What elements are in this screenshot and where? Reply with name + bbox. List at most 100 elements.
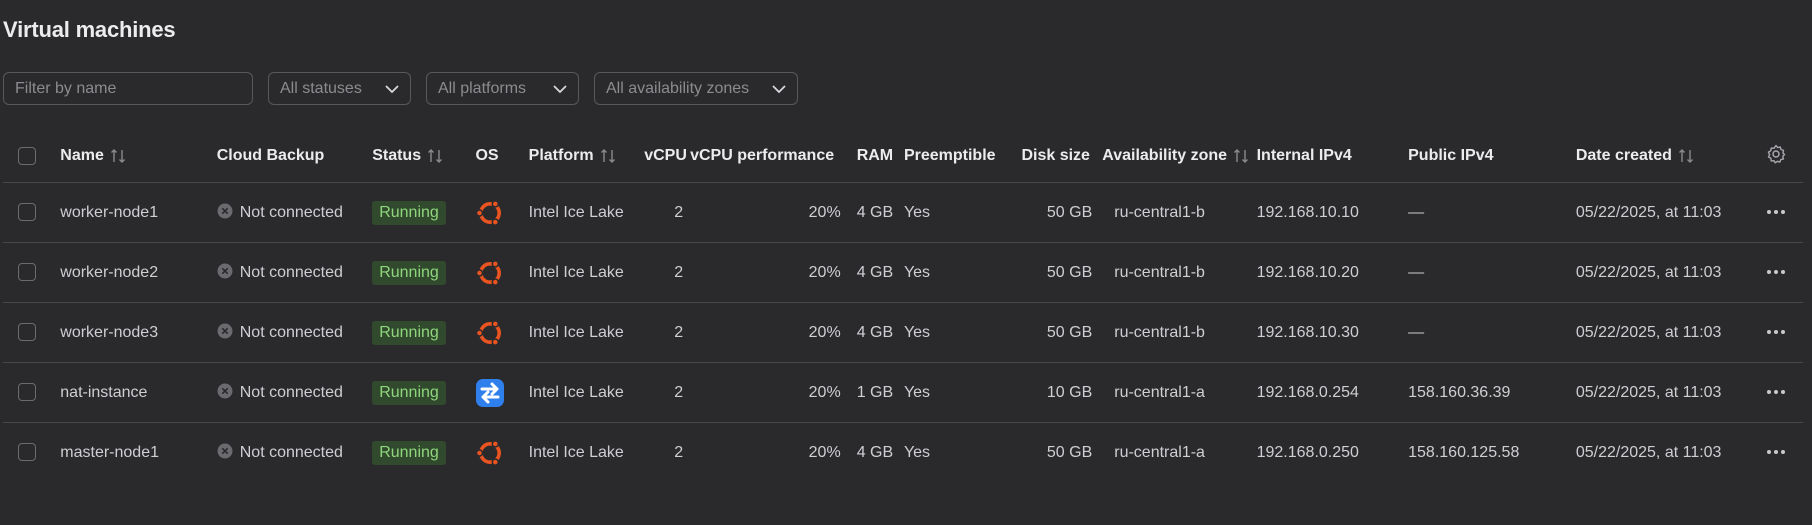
date-created-cell: 05/22/2025, at 11:03: [1575, 242, 1749, 303]
nat-icon: [476, 378, 505, 407]
column-header-disk-size: Disk size: [1021, 147, 1090, 164]
backup-status: Not connected: [216, 302, 373, 363]
not-connected-icon: [217, 383, 233, 399]
platform-cell: Intel Ice Lake: [528, 302, 645, 363]
row-checkbox[interactable]: [18, 323, 36, 342]
public-ip-cell: —: [1408, 242, 1576, 303]
vm-name[interactable]: nat-instance: [60, 362, 217, 423]
zone-filter-select[interactable]: All availability zones: [594, 72, 798, 105]
disk-size-cell: 50 GB: [1017, 302, 1099, 363]
internal-ip-cell: 192.168.0.254: [1249, 362, 1409, 423]
row-checkbox[interactable]: [18, 203, 36, 222]
ram-cell: 1 GB: [846, 362, 904, 423]
date-created-cell: 05/22/2025, at 11:03: [1575, 182, 1749, 243]
vm-name[interactable]: master-node1: [60, 422, 217, 482]
table-row[interactable]: nat-instance Not connected Running Intel…: [3, 362, 1803, 423]
table-header-row: Name Cloud Backup Status OS Platform vCP…: [3, 130, 1803, 183]
vm-name[interactable]: worker-node3: [60, 302, 217, 363]
backup-status: Not connected: [216, 422, 373, 482]
row-checkbox[interactable]: [18, 443, 36, 462]
column-header-name[interactable]: Name: [60, 130, 216, 183]
public-ip-cell: 158.160.36.39: [1408, 362, 1576, 423]
vm-name[interactable]: worker-node1: [60, 182, 217, 243]
date-created-cell: 05/22/2025, at 11:03: [1575, 302, 1749, 363]
name-filter-placeholder: Filter by name: [15, 80, 117, 97]
not-connected-icon: [217, 203, 233, 219]
more-options-icon[interactable]: [1766, 209, 1786, 215]
more-options-icon[interactable]: [1766, 389, 1786, 395]
platform-filter-value: All platforms: [438, 80, 527, 97]
ram-cell: 4 GB: [846, 422, 904, 482]
column-header-date-created[interactable]: Date created: [1576, 130, 1749, 183]
not-connected-icon: [217, 443, 233, 459]
date-created-cell: 05/22/2025, at 11:03: [1575, 362, 1749, 423]
vcpu-performance-cell: 20%: [684, 242, 847, 303]
column-header-zone[interactable]: Availability zone: [1098, 130, 1249, 183]
chevron-down-icon: [553, 85, 567, 94]
column-header-platform[interactable]: Platform: [529, 130, 645, 183]
column-header-os: OS: [475, 147, 499, 164]
vcpu-performance-cell: 20%: [684, 302, 847, 363]
vcpu-cell: 2: [644, 362, 685, 423]
more-options-icon[interactable]: [1766, 329, 1786, 335]
ubuntu-icon: [476, 319, 502, 346]
name-filter-input[interactable]: Filter by name: [3, 72, 253, 105]
not-connected-icon: [217, 323, 233, 339]
public-ip-cell: 158.160.125.58: [1408, 422, 1576, 482]
column-header-public-ip: Public IPv4: [1408, 147, 1494, 164]
platform-cell: Intel Ice Lake: [528, 422, 645, 482]
vcpu-cell: 2: [644, 422, 685, 482]
ram-cell: 4 GB: [846, 302, 904, 363]
ram-cell: 4 GB: [846, 182, 904, 243]
gear-icon[interactable]: [1766, 144, 1786, 164]
preemptible-cell: Yes: [903, 362, 1018, 423]
table-row[interactable]: worker-node1 Not connected Running Intel…: [3, 182, 1803, 243]
internal-ip-cell: 192.168.0.250: [1249, 422, 1409, 482]
table-row[interactable]: master-node1 Not connected Running Intel…: [3, 422, 1803, 482]
more-options-icon[interactable]: [1766, 449, 1786, 455]
zone-cell: ru-central1-a: [1098, 362, 1250, 423]
status-badge: Running: [372, 200, 446, 225]
ram-cell: 4 GB: [846, 242, 904, 303]
ubuntu-icon: [476, 439, 502, 466]
sort-icon[interactable]: [110, 148, 126, 164]
select-all-checkbox[interactable]: [18, 146, 36, 165]
public-ip-cell: —: [1408, 182, 1576, 243]
internal-ip-cell: 192.168.10.10: [1249, 182, 1409, 243]
ubuntu-icon: [476, 199, 502, 226]
zone-cell: ru-central1-b: [1098, 302, 1250, 363]
backup-status: Not connected: [216, 362, 373, 423]
not-connected-icon: [217, 263, 233, 279]
vm-name[interactable]: worker-node2: [60, 242, 217, 303]
column-header-vcpu: vCPU: [644, 147, 687, 164]
disk-size-cell: 10 GB: [1017, 362, 1099, 423]
column-header-vcpu-performance: vCPU performance: [690, 147, 835, 164]
zone-filter-value: All availability zones: [606, 80, 750, 97]
column-header-status[interactable]: Status: [372, 130, 475, 183]
more-options-icon[interactable]: [1766, 269, 1786, 275]
platform-cell: Intel Ice Lake: [528, 242, 645, 303]
status-filter-select[interactable]: All statuses: [268, 72, 411, 105]
platform-filter-select[interactable]: All platforms: [426, 72, 579, 105]
row-checkbox[interactable]: [18, 383, 36, 402]
sort-icon[interactable]: [427, 148, 443, 164]
preemptible-cell: Yes: [903, 242, 1018, 303]
sort-icon[interactable]: [600, 148, 616, 164]
vcpu-cell: 2: [644, 242, 685, 303]
internal-ip-cell: 192.168.10.30: [1249, 302, 1409, 363]
zone-cell: ru-central1-b: [1098, 182, 1250, 243]
sort-icon[interactable]: [1233, 148, 1249, 164]
table-row[interactable]: worker-node2 Not connected Running Intel…: [3, 242, 1803, 303]
vcpu-cell: 2: [644, 302, 685, 363]
status-badge: Running: [372, 380, 446, 405]
chevron-down-icon: [772, 85, 786, 94]
vm-table: Name Cloud Backup Status OS Platform vCP…: [3, 130, 1803, 482]
table-row[interactable]: worker-node3 Not connected Running Intel…: [3, 302, 1803, 363]
chevron-down-icon: [385, 85, 399, 94]
status-badge: Running: [372, 440, 446, 465]
status-filter-value: All statuses: [280, 80, 362, 97]
sort-icon[interactable]: [1678, 148, 1694, 164]
row-checkbox[interactable]: [18, 263, 36, 282]
status-badge: Running: [372, 320, 446, 345]
public-ip-cell: —: [1408, 302, 1576, 363]
